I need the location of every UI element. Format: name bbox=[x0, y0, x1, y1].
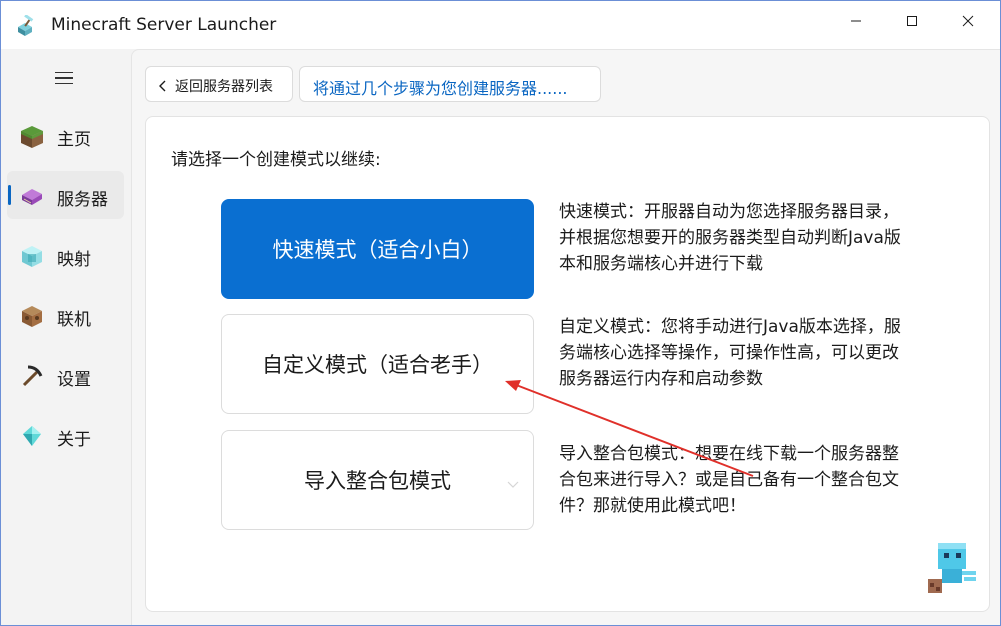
pickaxe-block-icon bbox=[15, 14, 37, 37]
app-window: Minecraft Server Launcher 主页 服务器 映射 联机 设… bbox=[0, 0, 1001, 626]
crafting-table-icon bbox=[19, 303, 45, 329]
back-to-server-list-button[interactable]: 返回服务器列表 bbox=[145, 66, 293, 102]
sidebar: 主页 服务器 映射 联机 设置 关于 bbox=[1, 49, 131, 625]
quick-mode-label: 快速模式（适合小白） bbox=[272, 238, 483, 262]
step-banner-text: 将通过几个步骤为您创建服务器...... bbox=[313, 79, 568, 98]
sidebar-item-servers[interactable]: 服务器 bbox=[7, 171, 124, 219]
beacon-icon bbox=[19, 243, 45, 269]
custom-mode-button[interactable]: 自定义模式（适合老手） bbox=[221, 314, 534, 414]
import-modpack-mode-label: 导入整合包模式 bbox=[304, 469, 451, 493]
hamburger-menu-icon[interactable] bbox=[49, 65, 79, 91]
sidebar-item-label: 设置 bbox=[57, 370, 91, 390]
active-indicator bbox=[8, 185, 11, 205]
chevron-down-icon bbox=[505, 473, 521, 489]
sidebar-item-home[interactable]: 主页 bbox=[7, 111, 124, 159]
main-content: 返回服务器列表 将通过几个步骤为您创建服务器...... 请选择一个创建模式以继… bbox=[131, 49, 1000, 625]
sidebar-item-label: 映射 bbox=[57, 250, 91, 270]
quick-mode-description: 快速模式：开服器自动为您选择服务器目录，并根据您想要开的服务器类型自动判断Jav… bbox=[559, 202, 901, 274]
sidebar-item-label: 服务器 bbox=[57, 190, 108, 210]
sidebar-item-about[interactable]: 关于 bbox=[7, 411, 124, 459]
import-modpack-mode-button[interactable]: 导入整合包模式 bbox=[221, 430, 534, 530]
custom-mode-label: 自定义模式（适合老手） bbox=[262, 353, 493, 377]
mode-prompt: 请选择一个创建模式以继续: bbox=[171, 150, 381, 170]
sidebar-item-label: 联机 bbox=[57, 310, 91, 330]
sidebar-item-label: 关于 bbox=[57, 430, 91, 450]
title-bar[interactable]: Minecraft Server Launcher bbox=[1, 1, 1000, 49]
mode-selection-card: 请选择一个创建模式以继续: 快速模式（适合小白） 快速模式：开服器自动为您选择服… bbox=[145, 116, 990, 612]
sidebar-item-multiplayer[interactable]: 联机 bbox=[7, 291, 124, 339]
sidebar-item-label: 主页 bbox=[57, 130, 91, 150]
close-icon[interactable] bbox=[945, 1, 991, 41]
allay-mascot-icon bbox=[924, 539, 982, 599]
diamond-icon bbox=[19, 423, 45, 449]
back-button-label: 返回服务器列表 bbox=[175, 79, 273, 95]
grass-block-icon bbox=[19, 123, 45, 149]
custom-mode-description: 自定义模式：您将手动进行Java版本选择，服务端核心选择等操作，可操作性高，可以… bbox=[559, 317, 901, 389]
window-title: Minecraft Server Launcher bbox=[51, 15, 277, 35]
enchanted-book-icon bbox=[19, 183, 45, 209]
step-banner: 将通过几个步骤为您创建服务器...... bbox=[299, 66, 601, 102]
chevron-left-icon bbox=[156, 78, 170, 92]
maximize-icon[interactable] bbox=[889, 1, 935, 41]
import-modpack-mode-description: 导入整合包模式：想要在线下载一个服务器整合包来进行导入？或是自己备有一个整合包文… bbox=[559, 444, 899, 516]
pickaxe-icon bbox=[19, 363, 45, 389]
quick-mode-button[interactable]: 快速模式（适合小白） bbox=[221, 199, 534, 299]
sidebar-item-mapping[interactable]: 映射 bbox=[7, 231, 124, 279]
sidebar-item-settings[interactable]: 设置 bbox=[7, 351, 124, 399]
minimize-icon[interactable] bbox=[833, 1, 879, 41]
